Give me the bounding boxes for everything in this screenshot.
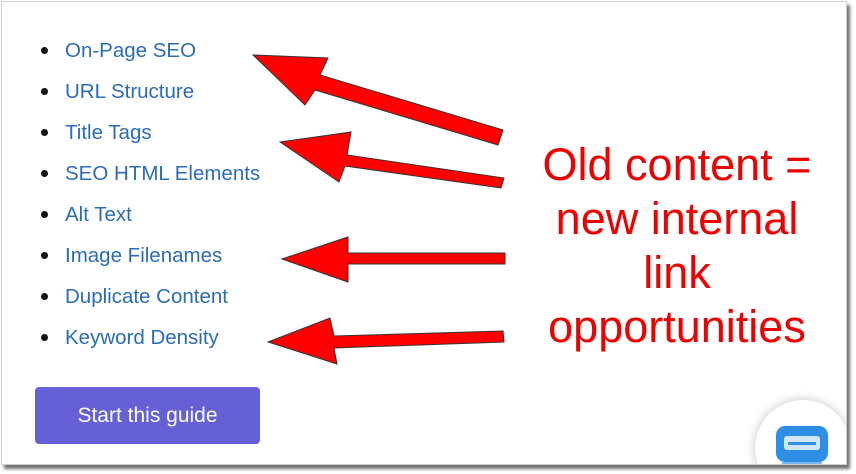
list-item: SEO HTML Elements xyxy=(34,154,260,195)
link-image-filenames[interactable]: Image Filenames xyxy=(65,246,222,267)
bullet-icon xyxy=(41,47,48,54)
bullet-icon xyxy=(41,129,48,136)
link-alt-text[interactable]: Alt Text xyxy=(65,205,132,226)
list-item: URL Structure xyxy=(34,72,260,113)
list-item: Keyword Density xyxy=(34,318,260,359)
annotation-line: opportunities xyxy=(548,301,806,352)
link-title-tags[interactable]: Title Tags xyxy=(65,123,152,144)
list-item: Duplicate Content xyxy=(34,277,260,318)
bullet-icon xyxy=(41,293,48,300)
bullet-icon xyxy=(41,88,48,95)
annotation-line: Old content = xyxy=(542,139,812,190)
annotation-text: Old content = new internal link opportun… xyxy=(507,138,846,354)
content-panel: On-Page SEO URL Structure Title Tags SEO… xyxy=(1,1,847,465)
link-url-structure[interactable]: URL Structure xyxy=(65,82,194,103)
start-guide-button[interactable]: Start this guide xyxy=(35,387,260,444)
list-item: Title Tags xyxy=(34,113,260,154)
annotation-line: new internal xyxy=(555,193,799,244)
link-on-page-seo[interactable]: On-Page SEO xyxy=(65,41,196,62)
chat-widget-button[interactable] xyxy=(755,400,846,464)
bullet-icon xyxy=(41,252,48,259)
link-seo-html-elements[interactable]: SEO HTML Elements xyxy=(65,164,260,185)
annotation-line: link xyxy=(643,247,711,298)
chat-icon xyxy=(776,426,828,464)
list-item: Image Filenames xyxy=(34,236,260,277)
link-duplicate-content[interactable]: Duplicate Content xyxy=(65,287,228,308)
list-item: Alt Text xyxy=(34,195,260,236)
bullet-icon xyxy=(41,211,48,218)
bullet-icon xyxy=(41,334,48,341)
bullet-icon xyxy=(41,170,48,177)
link-keyword-density[interactable]: Keyword Density xyxy=(65,328,219,349)
list-item: On-Page SEO xyxy=(34,31,260,72)
guide-link-list: On-Page SEO URL Structure Title Tags SEO… xyxy=(34,31,260,359)
